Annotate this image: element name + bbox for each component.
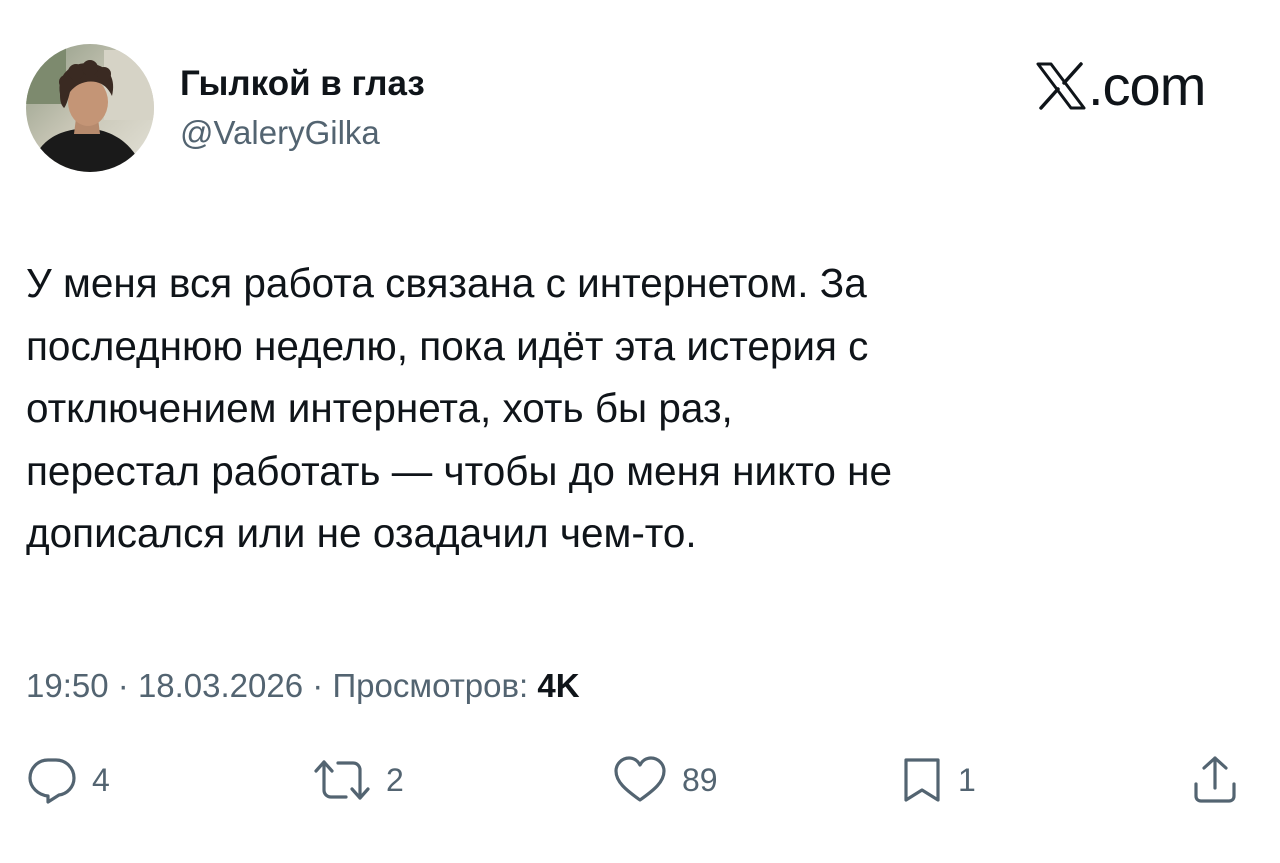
tweet-meta: 19:50 · 18.03.2026 · Просмотров: 4K	[26, 664, 580, 708]
author-display-name[interactable]: Гылкой в глаз	[180, 62, 425, 106]
avatar[interactable]	[26, 44, 154, 172]
meta-separator: ·	[312, 667, 324, 704]
tweet-text-line: последнюю неделю, пока идёт эта истерия …	[26, 322, 869, 369]
bookmark-button[interactable]: 1	[900, 752, 976, 808]
share-button[interactable]	[1190, 752, 1240, 808]
x-logo-icon	[1036, 62, 1086, 110]
meta-separator: ·	[117, 667, 129, 704]
tweet-text-line: У меня вся работа связана с интернетом. …	[26, 260, 867, 306]
reply-count: 4	[92, 762, 110, 798]
tweet-text-line: перестал работать — чтобы до меня никто …	[26, 447, 893, 494]
bookmark-count: 1	[958, 762, 976, 798]
avatar-photo	[26, 44, 154, 172]
tweet-time[interactable]: 19:50	[26, 667, 109, 704]
views-label: Просмотров:	[332, 667, 529, 704]
reply-button[interactable]: 4	[26, 752, 110, 808]
tweet-text-line: отключением интернета, хоть бы раз,	[26, 385, 733, 431]
repost-count: 2	[386, 762, 404, 798]
heart-icon	[614, 756, 666, 802]
repost-button[interactable]: 2	[312, 752, 404, 808]
views-count[interactable]: 4K	[537, 667, 579, 704]
author-handle[interactable]: @ValeryGilka	[180, 112, 380, 154]
like-button[interactable]: 89	[612, 752, 718, 808]
tweet-text: У меня вся работа связана с интернетом. …	[26, 252, 1256, 565]
repost-icon	[314, 760, 370, 800]
like-count: 89	[682, 762, 718, 798]
brand-domain: .com	[1088, 54, 1206, 117]
brand-logo: .com	[1036, 54, 1206, 117]
share-icon	[1194, 756, 1236, 803]
tweet-date[interactable]: 18.03.2026	[138, 667, 303, 704]
bookmark-icon	[904, 758, 940, 802]
tweet-text-line: дописался или не озадачил чем-то.	[26, 510, 697, 556]
reply-icon	[28, 758, 76, 804]
